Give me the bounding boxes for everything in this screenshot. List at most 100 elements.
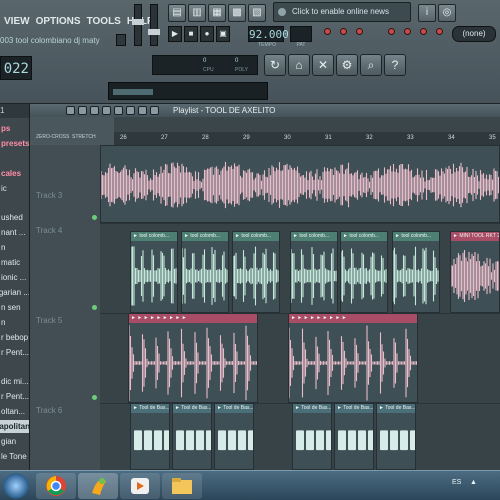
explorer-icon[interactable] (162, 473, 202, 499)
wait-toggle[interactable] (404, 28, 411, 35)
search-icon[interactable]: ⌕ (360, 54, 382, 76)
tool-colombiano-clip[interactable]: ► tool colomb... (181, 231, 229, 313)
menu-tools[interactable]: TOOLS (87, 14, 121, 30)
refresh-icon[interactable]: ↻ (264, 54, 286, 76)
playlist-icon[interactable]: ▤ (168, 4, 186, 22)
browser-item[interactable]: apolitan (0, 420, 29, 433)
browser-item[interactable]: garian ... (0, 286, 29, 299)
tray-expand-icon[interactable]: ▲ (470, 479, 480, 491)
browser-item[interactable] (0, 197, 29, 210)
clip-label: ► Tool de Bas... (215, 404, 253, 413)
track-lanes[interactable]: ► tool colomb... ► tool colomb... ► tool c… (100, 145, 500, 470)
pattern-clip[interactable]: ► ► ► ► ► ► ► ► ► (288, 313, 418, 403)
online-news-bar[interactable]: Click to enable online news (273, 2, 411, 22)
playback-icon[interactable] (150, 106, 159, 115)
track-mute-led[interactable] (92, 215, 97, 220)
browser-item[interactable] (0, 360, 29, 373)
track-label[interactable]: Track 3 (36, 190, 96, 202)
track-label[interactable]: Track 6 (36, 405, 96, 417)
metronome-toggle[interactable] (388, 28, 395, 35)
tool-de-bass-clip[interactable]: ► Tool de Bas... (334, 403, 374, 470)
settings-icon[interactable]: ⚙ (336, 54, 358, 76)
browser-item[interactable]: n (0, 241, 29, 254)
play-button[interactable]: ▶ (168, 26, 182, 42)
browser-header[interactable]: 1 (0, 104, 29, 118)
snap-toggle[interactable] (324, 28, 331, 35)
master-pitch-slider[interactable] (148, 4, 160, 46)
tool-colombiano-clip[interactable]: ► tool colomb... (340, 231, 388, 313)
channel-rack-icon[interactable]: ▧ (248, 4, 266, 22)
timeline-ruler[interactable]: 26 27 28 29 30 31 32 33 34 35 (114, 132, 500, 145)
pattern-selector[interactable] (290, 26, 312, 42)
help-icon[interactable]: ? (384, 54, 406, 76)
browser-item[interactable]: ic (0, 182, 29, 195)
browser-item[interactable]: r Pent... (0, 390, 29, 403)
stop-button[interactable]: ■ (184, 26, 198, 42)
web-icon[interactable]: ◎ (438, 4, 456, 22)
browser-item[interactable]: n (0, 316, 29, 329)
browser-item[interactable] (0, 152, 29, 165)
zoom-icon[interactable] (138, 106, 147, 115)
browser-item[interactable]: gian (0, 435, 29, 448)
pattern-song-toggle[interactable]: ▣ (216, 26, 230, 42)
time-display[interactable]: 022 (0, 56, 32, 80)
browser-item[interactable]: r bebop (0, 331, 29, 344)
browser-item[interactable]: r Pent... (0, 346, 29, 359)
tool-de-bass-clip[interactable]: ► Tool de Bas... (172, 403, 212, 470)
mute-icon[interactable] (102, 106, 111, 115)
start-button[interactable] (0, 473, 32, 499)
language-indicator[interactable]: ES (452, 479, 466, 491)
mixer-icon[interactable]: ▩ (228, 4, 246, 22)
piano-roll-icon[interactable]: ▥ (188, 4, 206, 22)
mini-tool-clip[interactable]: ► MINI TOOL RKT 2 (450, 231, 500, 313)
slice-icon[interactable] (114, 106, 123, 115)
tool-de-bass-clip[interactable]: ► Tool de Bas... (376, 403, 416, 470)
browser-item[interactable]: dic mi... (0, 375, 29, 388)
track-mute-led[interactable] (92, 305, 97, 310)
browser-item[interactable]: presets (0, 137, 29, 150)
info-icon[interactable]: i (418, 4, 436, 22)
playlist-title[interactable]: Playlist - TOOL DE AXELITO (173, 104, 313, 117)
tool-de-bass-clip[interactable]: ► Tool de Bas... (292, 403, 332, 470)
browser-item[interactable]: ushed (0, 211, 29, 224)
delete-icon[interactable] (90, 106, 99, 115)
browser-item[interactable]: nant ... (0, 226, 29, 239)
tool-colombiano-clip[interactable]: ► tool colomb... (290, 231, 338, 313)
browser-item[interactable]: le Tone (0, 450, 29, 463)
blend-toggle[interactable] (436, 28, 443, 35)
browser-item[interactable]: cales (0, 167, 29, 180)
media-player-icon[interactable] (120, 473, 160, 499)
home-icon[interactable]: ⌂ (288, 54, 310, 76)
output-selector[interactable]: (none) (452, 26, 496, 42)
browser-item[interactable]: oltan... (0, 405, 29, 418)
tempo-display[interactable]: 92.000 (248, 26, 289, 42)
pattern-clip[interactable]: ► ► ► ► ► ► ► ► ► (128, 313, 258, 403)
tool-colombiano-clip[interactable]: ► tool colomb... (232, 231, 280, 313)
audio-clip[interactable] (100, 145, 500, 223)
tool-colombiano-clip[interactable]: ► tool colomb... (392, 231, 440, 313)
loop-toggle[interactable] (356, 28, 363, 35)
track-label[interactable]: Track 5 (36, 315, 96, 327)
browser-item[interactable]: ionic ... (0, 271, 29, 284)
track-mute-led[interactable] (92, 395, 97, 400)
tool-de-bass-clip[interactable]: ► Tool de Bas... (130, 403, 170, 470)
chrome-icon[interactable] (36, 473, 76, 499)
menu-view[interactable]: VIEW (4, 14, 30, 30)
step-toggle[interactable] (340, 28, 347, 35)
tool-colombiano-clip[interactable]: ► tool colomb... (130, 231, 178, 313)
tools-icon[interactable]: ✕ (312, 54, 334, 76)
menu-options[interactable]: OPTIONS (36, 14, 81, 30)
countdown-toggle[interactable] (420, 28, 427, 35)
record-button[interactable]: ● (200, 26, 214, 42)
track-label[interactable]: Track 4 (36, 225, 96, 237)
brush-icon[interactable] (78, 106, 87, 115)
pencil-icon[interactable] (66, 106, 75, 115)
tool-de-bass-clip[interactable]: ► Tool de Bas... (214, 403, 254, 470)
browser-icon[interactable]: ▦ (208, 4, 226, 22)
browser-item[interactable]: matic (0, 256, 29, 269)
fl-studio-icon[interactable] (78, 473, 118, 499)
browser-item[interactable]: ps (0, 122, 29, 135)
select-icon[interactable] (126, 106, 135, 115)
browser-item[interactable]: n sen (0, 301, 29, 314)
master-volume-slider[interactable] (132, 4, 144, 46)
